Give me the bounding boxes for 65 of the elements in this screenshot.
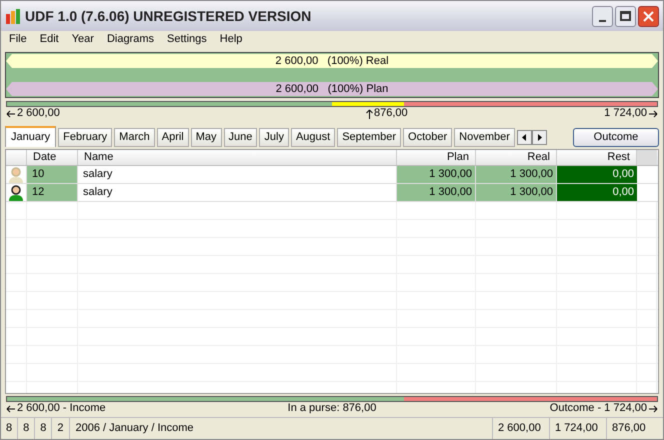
arrow-icon xyxy=(649,110,658,118)
outcome-button[interactable]: Outcome xyxy=(573,128,659,147)
month-tab[interactable]: February xyxy=(58,128,112,147)
status-count: 8 xyxy=(1,418,18,439)
month-tab[interactable]: September xyxy=(337,128,402,147)
person-icon xyxy=(7,166,25,182)
month-tab[interactable]: April xyxy=(156,128,189,147)
purse-marker-value: 876,00 xyxy=(374,106,408,122)
summary-bar: 2 600,00 (100%) Real xyxy=(6,54,658,68)
month-tab[interactable]: July xyxy=(259,128,289,147)
month-tab[interactable]: March xyxy=(114,128,155,147)
table-cell: 1 300,00 xyxy=(476,184,557,201)
month-tab[interactable]: November xyxy=(454,128,515,147)
purse-summary: In a purse: 876,00 xyxy=(286,401,378,416)
table-cell: 1 300,00 xyxy=(476,166,557,183)
menu-item[interactable]: Edit xyxy=(40,31,59,48)
status-count: 8 xyxy=(18,418,36,439)
menu-item[interactable]: Settings xyxy=(167,31,207,48)
menu-item[interactable]: Diagrams xyxy=(106,31,154,48)
arrow-icon xyxy=(6,110,15,118)
menu-item[interactable]: Year xyxy=(72,31,94,48)
close-button[interactable] xyxy=(638,6,659,26)
summary-bar: 2 600,00 (100%) Plan xyxy=(6,82,658,96)
table-cell: 0,00 xyxy=(557,166,637,183)
app-logo-icon xyxy=(5,8,21,24)
status-path: 2006 / January / Income xyxy=(74,421,195,436)
table-cell: 12 xyxy=(27,184,78,201)
arrow-icon xyxy=(6,404,15,412)
maximize-icon xyxy=(620,11,631,21)
balance-right-value: 1 724,00 xyxy=(604,106,647,122)
month-tab[interactable]: May xyxy=(190,128,222,147)
status-total: 876,00 xyxy=(606,418,663,439)
status-count: 8 xyxy=(35,418,52,439)
minimize-icon xyxy=(599,20,606,22)
menu-item[interactable]: Help xyxy=(220,31,242,48)
income-summary: 2 600,00 - Income xyxy=(17,401,106,416)
outcome-summary: Outcome - 1 724,00 xyxy=(550,401,647,416)
maximize-button[interactable] xyxy=(615,6,636,26)
column-header[interactable]: Real xyxy=(476,150,557,165)
status-count: 2 xyxy=(52,418,70,439)
table-cell: 10 xyxy=(27,166,78,183)
menu-item[interactable]: File xyxy=(9,31,27,48)
minimize-button[interactable] xyxy=(592,6,613,26)
column-header[interactable]: Name xyxy=(78,150,397,165)
month-tab[interactable]: January xyxy=(5,126,56,147)
scroll-right-button[interactable] xyxy=(532,130,547,145)
month-tab[interactable]: August xyxy=(290,128,336,147)
window-title: UDF 1.0 (7.6.06) UNREGISTERED VERSION xyxy=(25,6,312,26)
month-tab[interactable]: October xyxy=(403,128,452,147)
column-header[interactable]: Plan xyxy=(397,150,476,165)
balance-left-value: 2 600,00 xyxy=(17,106,60,122)
status-total: 1 724,00 xyxy=(549,418,606,439)
table-cell: 1 300,00 xyxy=(397,184,476,201)
person-icon xyxy=(7,184,25,200)
arrow-icon xyxy=(649,404,658,412)
status-total: 2 600,00 xyxy=(492,418,549,439)
month-tab[interactable]: June xyxy=(224,128,258,147)
column-header[interactable]: Date xyxy=(27,150,78,165)
scroll-left-button[interactable] xyxy=(516,130,532,145)
header-corner xyxy=(637,150,657,165)
table-cell: 0,00 xyxy=(557,184,637,201)
close-icon xyxy=(643,10,654,22)
triangle-left-icon xyxy=(520,133,529,142)
table-cell: 1 300,00 xyxy=(397,166,476,183)
arrow-icon xyxy=(366,108,373,118)
